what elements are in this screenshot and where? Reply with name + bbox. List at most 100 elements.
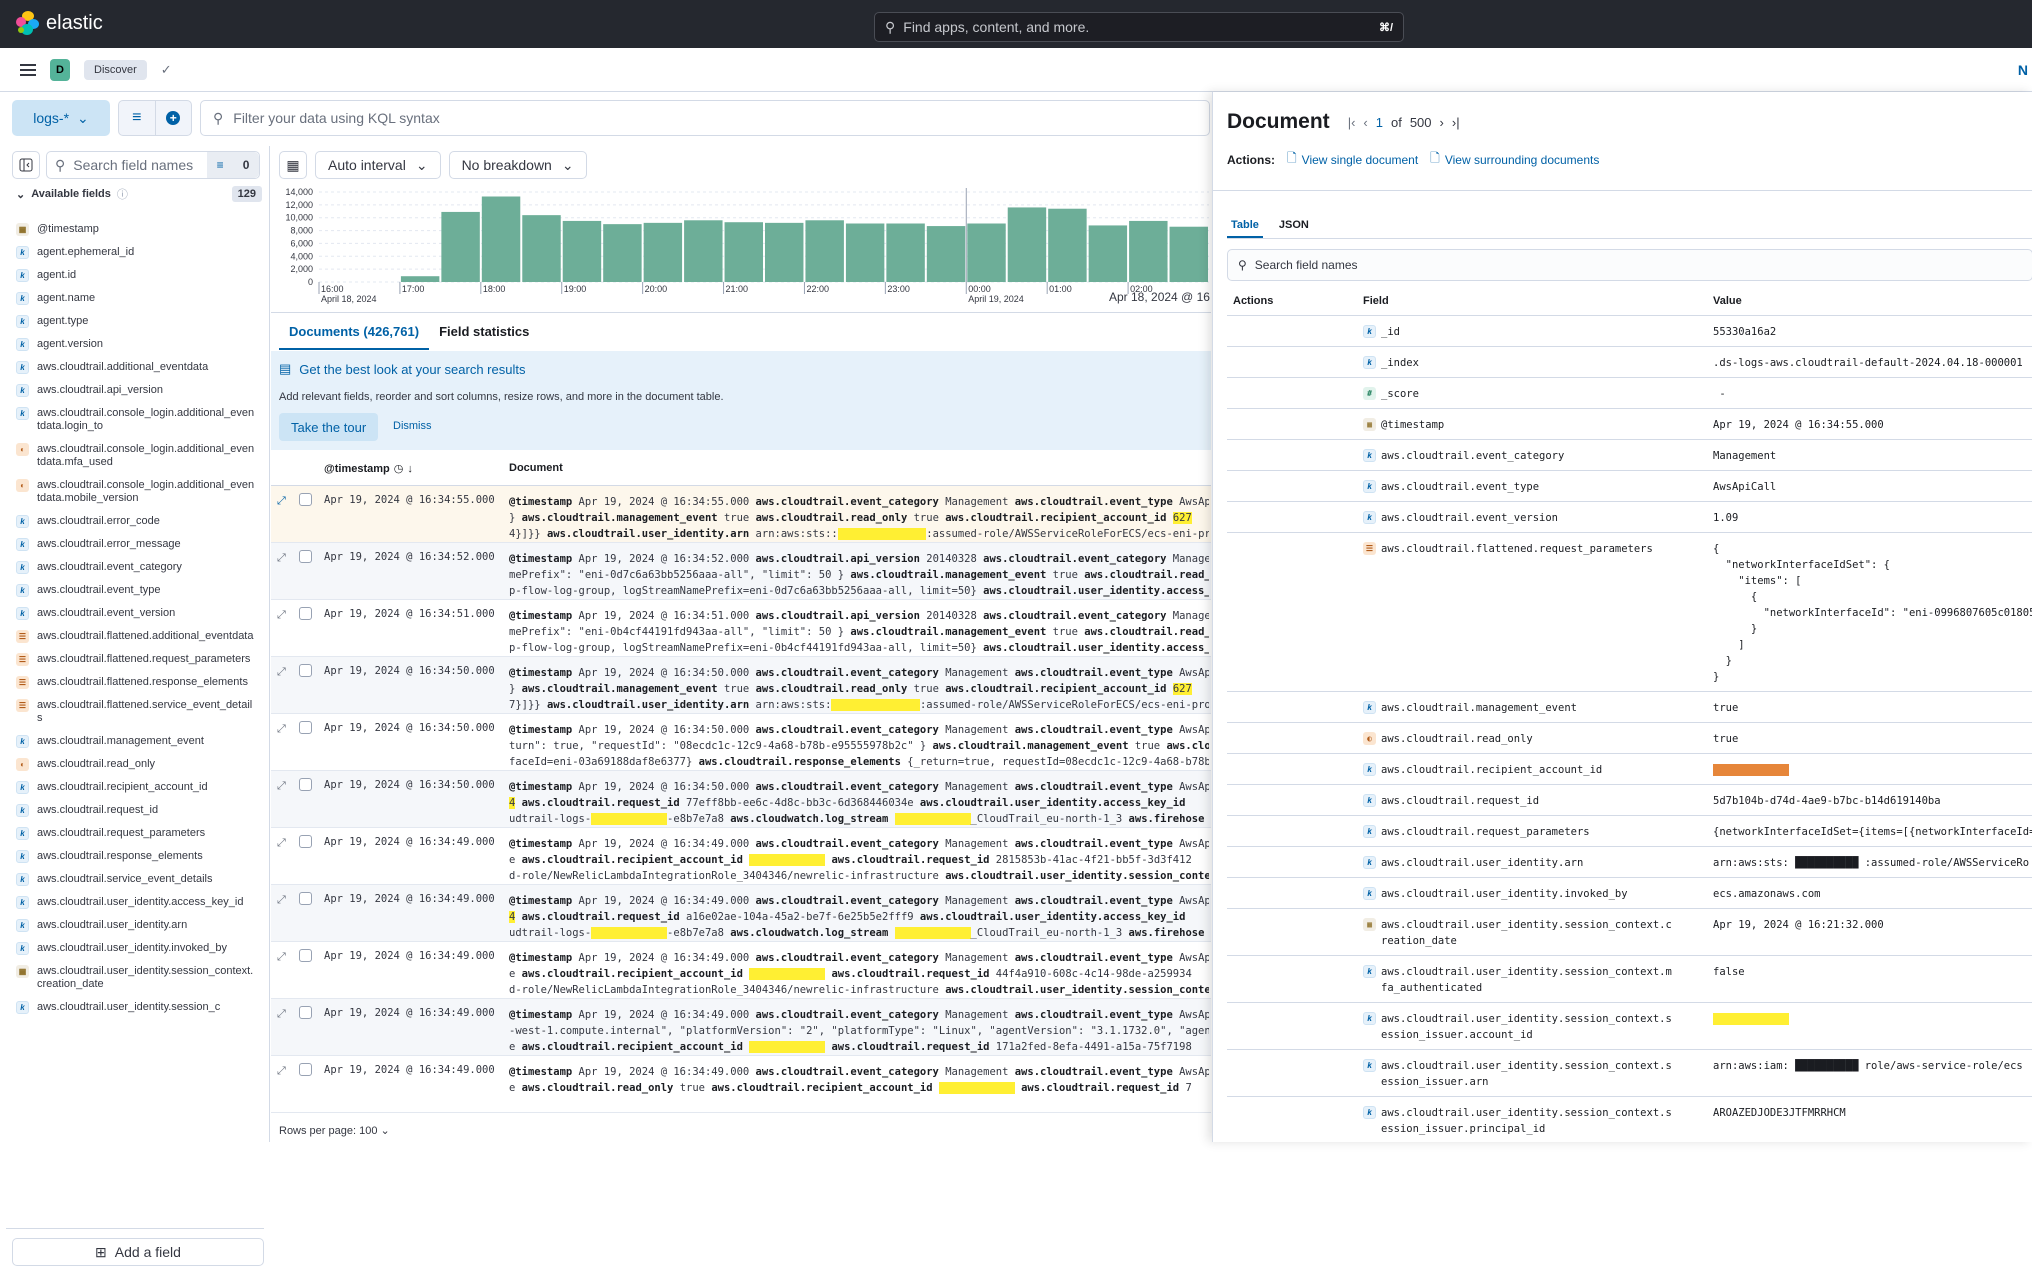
field-list-item[interactable]: k aws.cloudtrail.error_code xyxy=(16,510,256,533)
field-list-item[interactable]: k aws.cloudtrail.api_version xyxy=(16,379,256,402)
sort-descending-icon[interactable]: ↓ xyxy=(407,463,413,475)
field-list-item[interactable]: k aws.cloudtrail.user_identity.access_key… xyxy=(16,891,256,914)
tab-field-statistics[interactable]: Field statistics xyxy=(429,314,539,350)
table-row[interactable]: ⤢ Apr 19, 2024 @ 16:34:49.000 @timestamp A… xyxy=(271,1056,1211,1113)
table-row[interactable]: ⤢ Apr 19, 2024 @ 16:34:49.000 @timestamp A… xyxy=(271,885,1211,942)
doc-field-row[interactable]: k _index .ds-logs-aws.cloudtrail-default-2… xyxy=(1227,347,2032,378)
field-list-item[interactable]: ☰ aws.cloudtrail.flattened.additional_eve… xyxy=(16,625,256,648)
breakdown-select[interactable]: No breakdown ⌄ xyxy=(448,151,587,179)
rows-per-page-select[interactable]: Rows per page: 100 ⌄ xyxy=(279,1124,390,1137)
row-checkbox[interactable] xyxy=(299,493,312,506)
kql-search-input[interactable]: ⚲ Filter your data using KQL syntax xyxy=(200,100,1210,136)
doc-field-row[interactable]: k aws.cloudtrail.event_category Management xyxy=(1227,440,2032,471)
field-list-item[interactable]: k agent.id xyxy=(16,264,256,287)
available-fields-header[interactable]: ⌄ Available fields ⓘ 129 xyxy=(16,186,262,202)
doc-field-row[interactable]: k aws.cloudtrail.management_event true xyxy=(1227,692,2032,723)
doc-field-row[interactable]: k aws.cloudtrail.request_id 5d7b104b-d74d-… xyxy=(1227,785,2032,816)
row-checkbox[interactable] xyxy=(299,1006,312,1019)
expand-row-icon[interactable]: ⤢ xyxy=(277,950,286,964)
doc-field-row[interactable]: k aws.cloudtrail.user_identity.session_co… xyxy=(1227,1097,2032,1142)
menu-icon[interactable] xyxy=(20,63,36,76)
field-list-item[interactable]: k aws.cloudtrail.user_identity.arn xyxy=(16,914,256,937)
doc-field-row[interactable]: k aws.cloudtrail.user_identity.arn arn:aws… xyxy=(1227,847,2032,878)
doc-field-row[interactable]: k aws.cloudtrail.recipient_account_id XXXX… xyxy=(1227,754,2032,785)
doc-field-row[interactable]: # _score - xyxy=(1227,378,2032,409)
field-list-item[interactable]: k aws.cloudtrail.event_type xyxy=(16,579,256,602)
expand-row-icon[interactable]: ⤢ xyxy=(277,494,286,508)
expand-row-icon[interactable]: ⤢ xyxy=(277,779,286,793)
field-list-item[interactable]: k agent.version xyxy=(16,333,256,356)
expand-row-icon[interactable]: ⤢ xyxy=(277,1007,286,1021)
table-row[interactable]: ⤢ Apr 19, 2024 @ 16:34:52.000 @timestamp A… xyxy=(271,543,1211,600)
last-page-icon[interactable]: ›| xyxy=(1452,115,1460,130)
doc-field-row[interactable]: k aws.cloudtrail.user_identity.session_co… xyxy=(1227,1003,2032,1050)
row-checkbox[interactable] xyxy=(299,607,312,620)
field-list-item[interactable]: k aws.cloudtrail.recipient_account_id xyxy=(16,776,256,799)
field-search-input[interactable]: ⚲ Search field names ≡ 0 xyxy=(46,151,260,179)
field-list-item[interactable]: k aws.cloudtrail.event_version xyxy=(16,602,256,625)
row-checkbox[interactable] xyxy=(299,835,312,848)
field-list-item[interactable]: k agent.type xyxy=(16,310,256,333)
row-checkbox[interactable] xyxy=(299,721,312,734)
column-header-document[interactable]: Document xyxy=(509,462,563,474)
elastic-logo[interactable]: elastic xyxy=(16,11,103,35)
field-list-item[interactable]: ◐ aws.cloudtrail.console_login.additional… xyxy=(16,474,256,510)
tab-json[interactable]: JSON xyxy=(1275,217,1313,238)
next-page-icon[interactable]: › xyxy=(1440,115,1444,130)
current-page[interactable]: 1 xyxy=(1376,115,1383,130)
doc-field-row[interactable]: k aws.cloudtrail.event_version 1.09 xyxy=(1227,502,2032,533)
doc-field-row[interactable]: k _id 55330a16a2 xyxy=(1227,316,2032,347)
field-list-item[interactable]: k aws.cloudtrail.response_elements xyxy=(16,845,256,868)
column-header-timestamp[interactable]: @timestamp ◷ ↓ xyxy=(324,462,413,476)
doc-field-row[interactable]: k aws.cloudtrail.event_type AwsApiCall xyxy=(1227,471,2032,502)
space-avatar[interactable]: D xyxy=(50,58,70,81)
global-search-input[interactable]: ⚲ Find apps, content, and more. ⌘/ xyxy=(874,12,1404,42)
flyout-field-search-input[interactable]: ⚲ Search field names xyxy=(1227,249,2032,281)
expand-row-icon[interactable]: ⤢ xyxy=(277,551,286,565)
interval-select[interactable]: Auto interval ⌄ xyxy=(315,151,441,179)
row-checkbox[interactable] xyxy=(299,892,312,905)
view-surrounding-documents-link[interactable]: 🗋 View surrounding documents xyxy=(1430,149,1599,170)
field-list-item[interactable]: ◐ aws.cloudtrail.console_login.additional… xyxy=(16,438,256,474)
table-row[interactable]: ⤢ Apr 19, 2024 @ 16:34:49.000 @timestamp A… xyxy=(271,828,1211,885)
breadcrumb-discover[interactable]: Discover xyxy=(84,59,147,80)
field-list-item[interactable]: k aws.cloudtrail.event_category xyxy=(16,556,256,579)
add-field-button[interactable]: ⊞ Add a field xyxy=(12,1238,264,1266)
histogram-chart[interactable]: 14,00012,00010,0008,0006,0004,0002,00001… xyxy=(271,186,1211,306)
field-list-item[interactable]: ▦ @timestamp xyxy=(16,218,256,241)
row-checkbox[interactable] xyxy=(299,778,312,791)
expand-row-icon[interactable]: ⤢ xyxy=(277,836,286,850)
tab-documents[interactable]: Documents (426,761) xyxy=(279,314,430,350)
field-list-item[interactable]: ▦ aws.cloudtrail.user_identity.session_co… xyxy=(16,960,256,996)
table-row[interactable]: ⤢ Apr 19, 2024 @ 16:34:55.000 @timestamp A… xyxy=(271,486,1211,543)
field-list-item[interactable]: k aws.cloudtrail.error_message xyxy=(16,533,256,556)
chart-options-button[interactable]: ▦ xyxy=(279,151,307,179)
field-list-item[interactable]: ☰ aws.cloudtrail.flattened.request_parame… xyxy=(16,648,256,671)
dismiss-button[interactable]: Dismiss xyxy=(393,420,432,432)
expand-row-icon[interactable]: ⤢ xyxy=(277,722,286,736)
field-list-item[interactable]: k agent.name xyxy=(16,287,256,310)
field-filter-button[interactable]: ≡ 0 xyxy=(207,152,259,178)
table-row[interactable]: ⤢ Apr 19, 2024 @ 16:34:50.000 @timestamp A… xyxy=(271,771,1211,828)
field-list-item[interactable]: ◐ aws.cloudtrail.read_only xyxy=(16,753,256,776)
header-link-truncated[interactable]: N xyxy=(2018,62,2028,78)
doc-field-row[interactable]: k aws.cloudtrail.user_identity.session_co… xyxy=(1227,1050,2032,1097)
expand-row-icon[interactable]: ⤢ xyxy=(277,893,286,907)
add-filter-button[interactable]: + xyxy=(156,101,192,135)
prev-page-icon[interactable]: ‹ xyxy=(1363,115,1367,130)
doc-field-row[interactable]: k aws.cloudtrail.user_identity.session_co… xyxy=(1227,956,2032,1003)
doc-field-row[interactable]: k aws.cloudtrail.request_parameters {netwo… xyxy=(1227,816,2032,847)
first-page-icon[interactable]: |‹ xyxy=(1348,115,1356,130)
field-list-item[interactable]: k aws.cloudtrail.user_identity.invoked_by xyxy=(16,937,256,960)
collapse-sidebar-button[interactable] xyxy=(12,151,40,179)
data-view-picker[interactable]: logs-* ⌄ xyxy=(12,100,110,136)
tab-table[interactable]: Table xyxy=(1227,217,1263,238)
filter-menu-button[interactable]: ≡ xyxy=(119,101,156,135)
page-total[interactable]: 500 xyxy=(1410,115,1432,130)
field-list-item[interactable]: k agent.ephemeral_id xyxy=(16,241,256,264)
row-checkbox[interactable] xyxy=(299,949,312,962)
take-tour-button[interactable]: Take the tour xyxy=(279,413,379,441)
doc-field-row[interactable]: ☰ aws.cloudtrail.flattened.request_parame… xyxy=(1227,533,2032,692)
field-list-item[interactable]: ☰ aws.cloudtrail.flattened.response_eleme… xyxy=(16,671,256,694)
doc-field-row[interactable]: k aws.cloudtrail.user_identity.invoked_by… xyxy=(1227,878,2032,909)
